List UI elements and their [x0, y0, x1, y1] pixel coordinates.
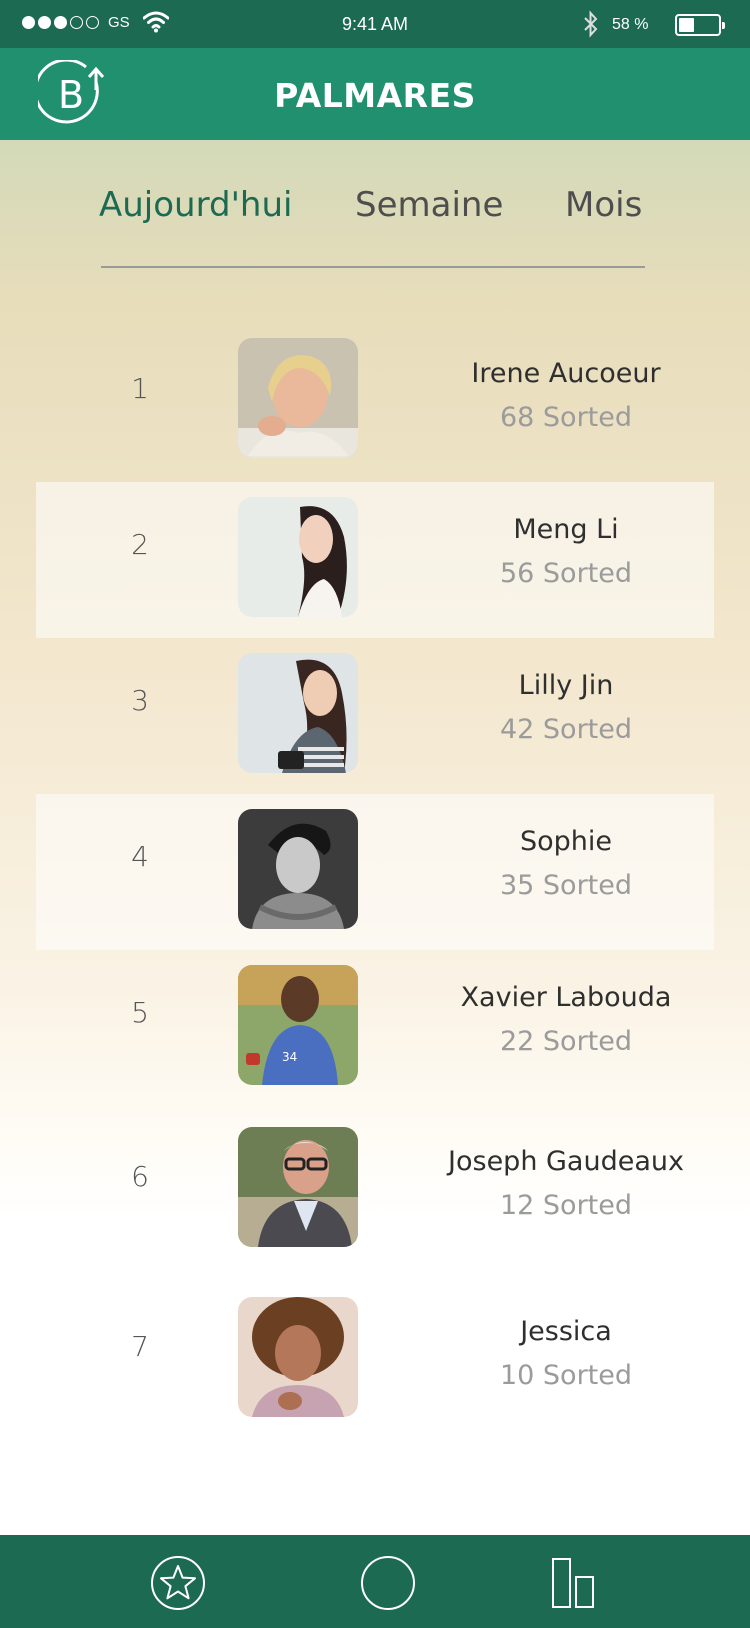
leaderboard-row[interactable]: 5 34 Xavier Labouda 22 Sorted	[36, 950, 714, 1106]
tab-today[interactable]: Aujourd'hui	[99, 185, 292, 225]
person-name: Meng Li	[513, 514, 619, 545]
sorted-count: 12 Sorted	[499, 1190, 633, 1221]
tab-week[interactable]: Semaine	[355, 185, 503, 225]
leaderboard-row[interactable]: 3 Lilly Jin 42 Sorted	[36, 638, 714, 794]
avatar	[238, 809, 358, 929]
avatar	[238, 653, 358, 773]
bar-chart-icon[interactable]	[550, 1555, 606, 1611]
leaderboard-row[interactable]: 2 Meng Li 56 Sorted	[36, 482, 714, 638]
leaderboard-row[interactable]: 6 Joseph Gaudeaux 12 Sorted	[36, 1114, 714, 1270]
person-name: Jessica	[520, 1316, 612, 1347]
tab-month[interactable]: Mois	[565, 185, 642, 225]
sorted-count: 22 Sorted	[499, 1026, 633, 1057]
sorted-count: 56 Sorted	[499, 558, 633, 589]
rank-number: 7	[131, 1330, 149, 1363]
tab-underline	[101, 266, 645, 268]
battery-icon	[675, 14, 725, 36]
rank-number: 1	[131, 372, 149, 405]
person-name: Joseph Gaudeaux	[448, 1146, 684, 1177]
battery-fill	[679, 18, 694, 32]
rank-number: 5	[131, 996, 149, 1029]
avatar	[238, 338, 358, 458]
leaderboard-row[interactable]: 4 Sophie 35 Sorted	[36, 794, 714, 950]
person-name: Lilly Jin	[518, 670, 614, 701]
leaderboard-row[interactable]: 1 Irene Aucoeur 68 Sorted	[36, 328, 714, 484]
bottom-navigation	[0, 1535, 750, 1628]
status-bar: GS 9:41 AM 58 %	[0, 0, 750, 48]
person-name: Irene Aucoeur	[471, 358, 661, 389]
rank-number: 4	[131, 840, 149, 873]
avatar: 34	[238, 965, 358, 1085]
person-name: Sophie	[519, 826, 613, 857]
rank-number: 6	[131, 1160, 149, 1193]
bluetooth-icon	[584, 10, 598, 38]
leaderboard-row[interactable]: 7 Jessica 10 Sorted	[36, 1286, 714, 1442]
sorted-count: 42 Sorted	[499, 714, 633, 745]
battery-percentage: 58 %	[612, 16, 649, 33]
person-name: Xavier Labouda	[460, 982, 672, 1013]
svg-text:34: 34	[282, 1050, 297, 1064]
sorted-count: 10 Sorted	[499, 1360, 633, 1391]
sorted-count: 35 Sorted	[499, 870, 633, 901]
rank-number: 2	[131, 528, 149, 561]
leaderboard-content: Aujourd'hui Semaine Mois 1 Irene Aucoeur…	[0, 140, 750, 1535]
sorted-count: 68 Sorted	[499, 402, 633, 433]
page-title: PALMARES	[274, 76, 476, 115]
avatar	[238, 1297, 358, 1417]
app-header: B PALMARES	[0, 48, 750, 140]
avatar	[238, 497, 358, 617]
period-tabs: Aujourd'hui Semaine Mois	[0, 185, 750, 235]
avatar	[238, 1127, 358, 1247]
circle-icon[interactable]	[360, 1555, 416, 1611]
rank-number: 3	[131, 684, 149, 717]
star-icon[interactable]	[150, 1555, 206, 1611]
